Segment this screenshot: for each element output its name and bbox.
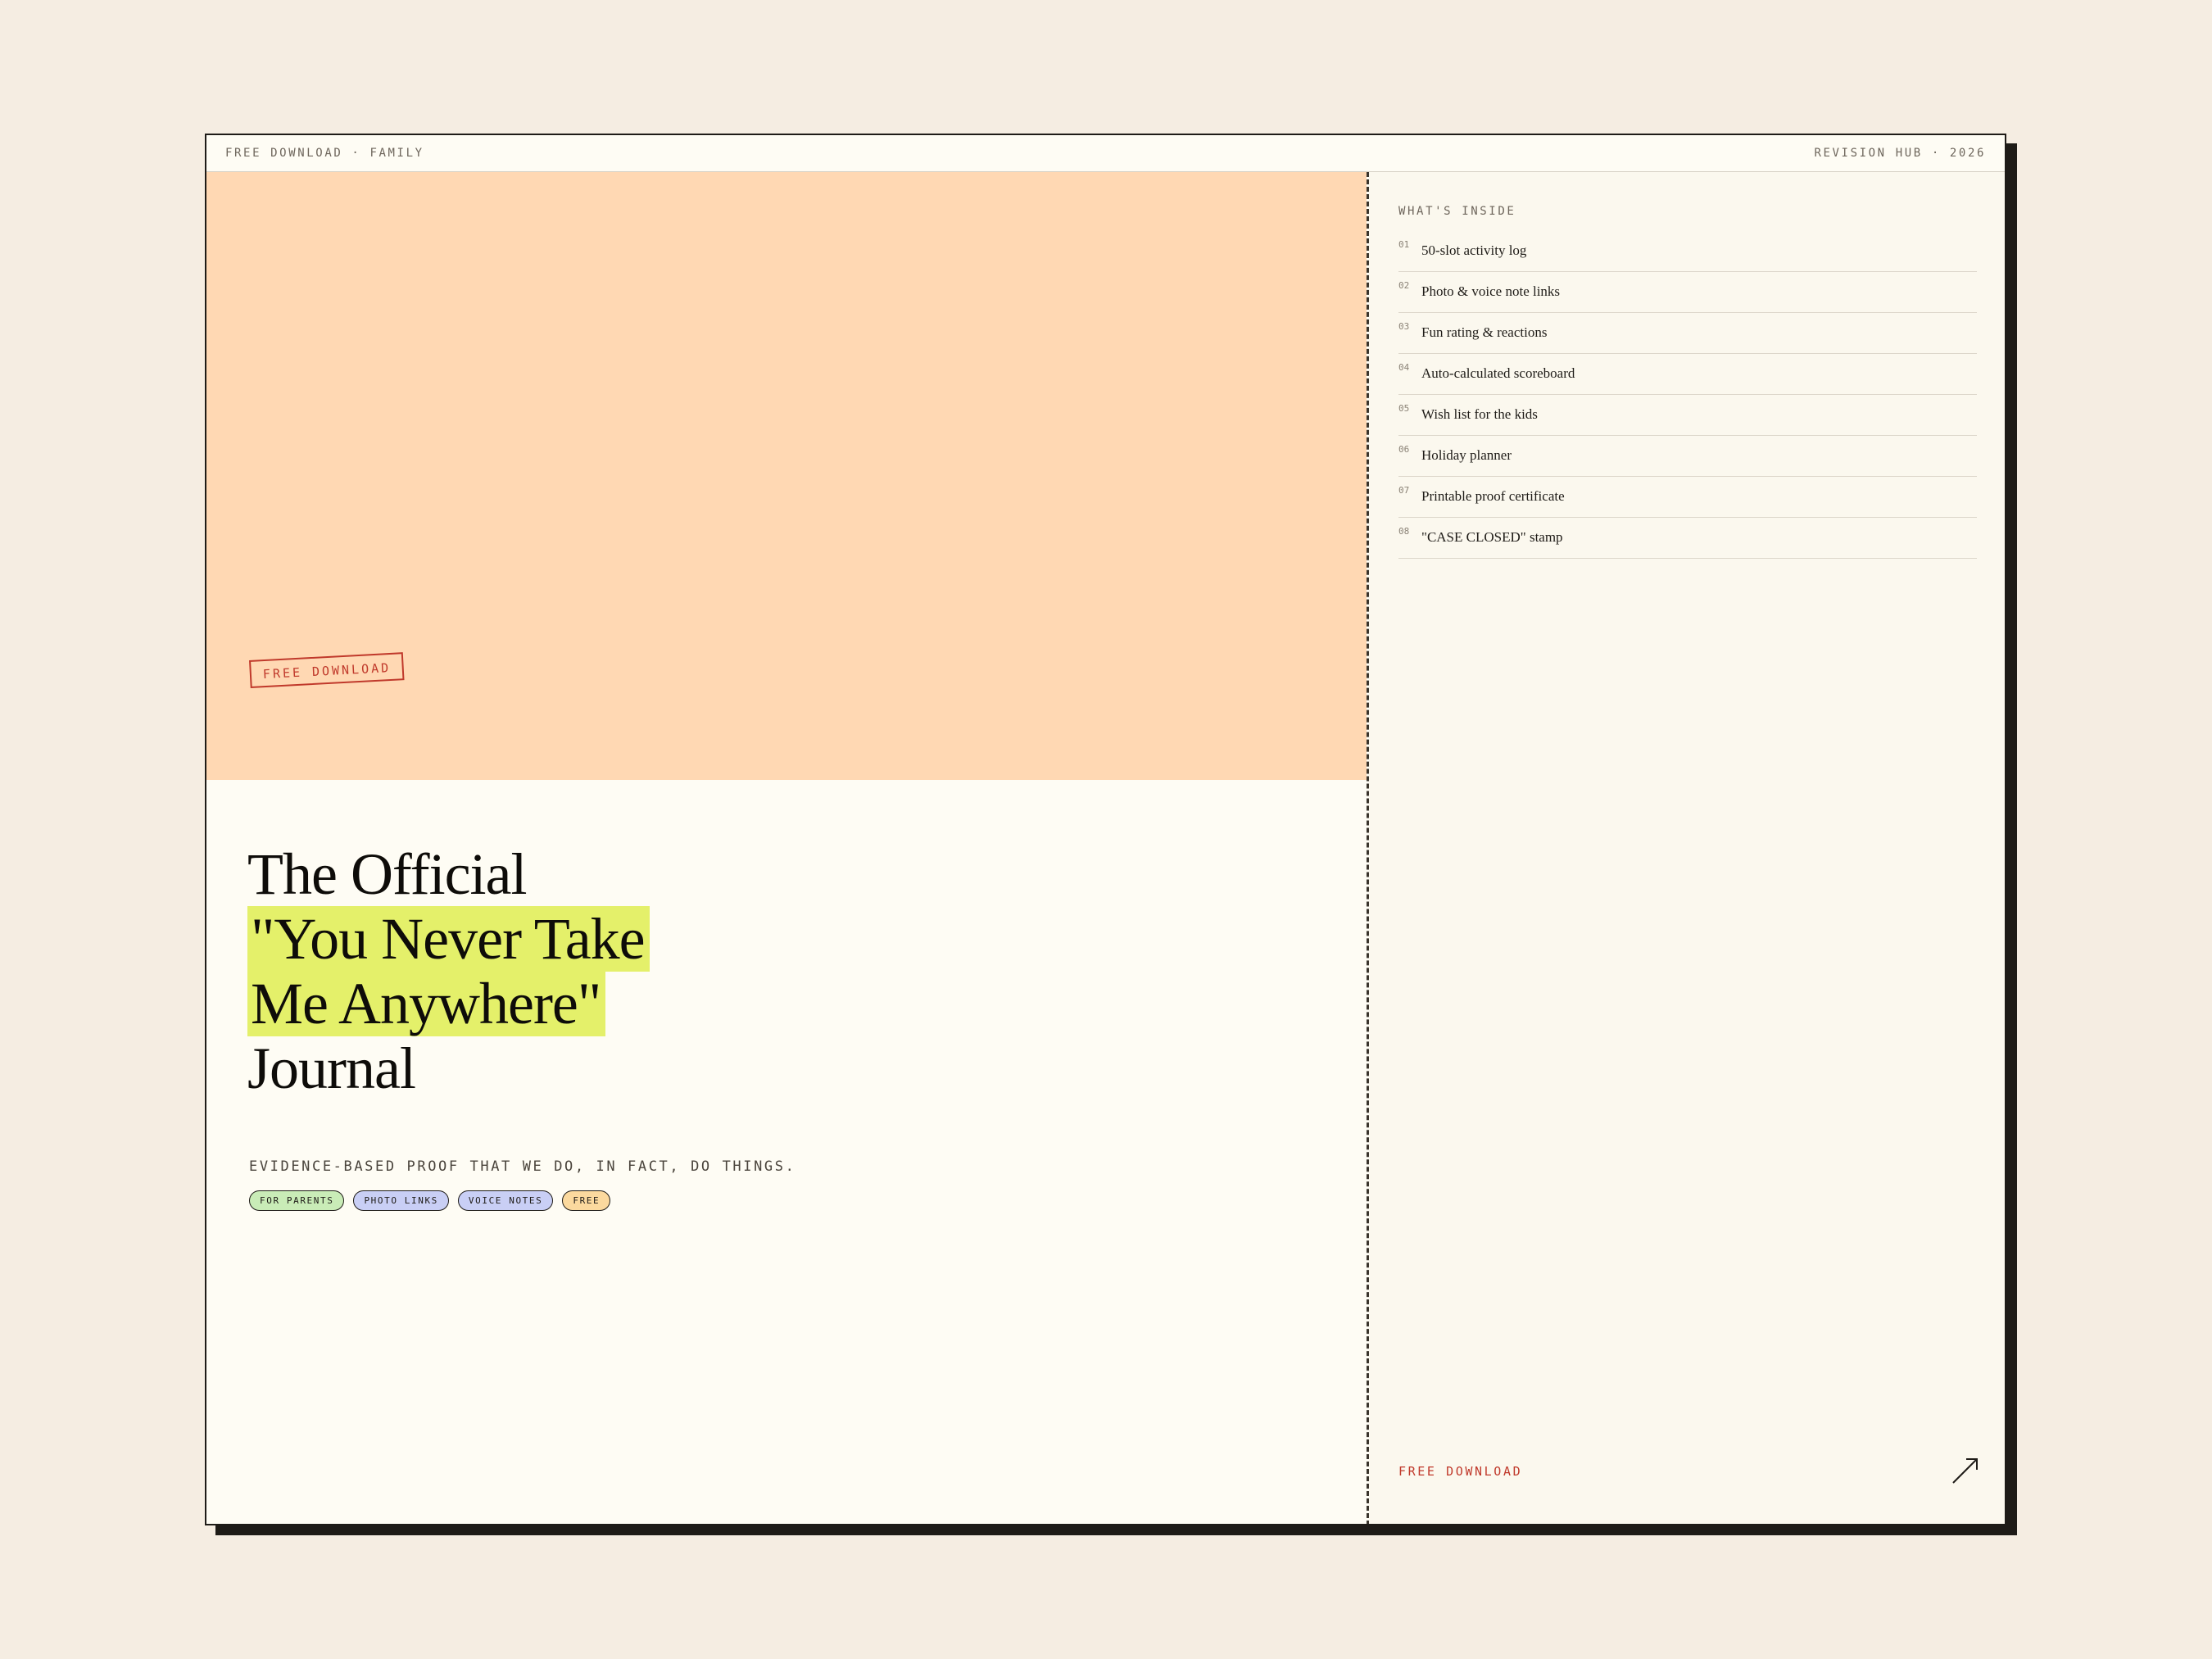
title-line-highlighted: "You Never Take	[247, 906, 650, 972]
item-label: Wish list for the kids	[1421, 406, 1538, 422]
hero-panel: FREE DOWNLOAD The Official "You Never Ta…	[206, 172, 1367, 1524]
tag-voice-notes: VOICE NOTES	[457, 1190, 554, 1211]
item-number: 05	[1398, 403, 1410, 414]
tag-free: FREE	[562, 1190, 611, 1211]
list-item: 08 "CASE CLOSED" stamp	[1398, 518, 1977, 559]
list-item: 07 Printable proof certificate	[1398, 477, 1977, 518]
title-text-highlight: Me Anywhere"	[247, 971, 606, 1036]
top-bar-brand: REVISION HUB · 2026	[1814, 147, 1986, 160]
item-label: Photo & voice note links	[1421, 283, 1561, 299]
item-number: 03	[1398, 321, 1410, 332]
list-item: 06 Holiday planner	[1398, 436, 1977, 477]
item-number: 06	[1398, 444, 1410, 455]
list-item: 04 Auto-calculated scoreboard	[1398, 354, 1977, 395]
item-label: "CASE CLOSED" stamp	[1421, 529, 1563, 545]
item-number: 04	[1398, 362, 1410, 373]
list-item: 03 Fun rating & reactions	[1398, 313, 1977, 354]
item-label: Auto-calculated scoreboard	[1421, 365, 1575, 381]
hero-background	[206, 172, 1367, 780]
list-item: 02 Photo & voice note links	[1398, 272, 1977, 313]
arrow-up-right-icon[interactable]	[1951, 1456, 1980, 1485]
item-number: 07	[1398, 485, 1410, 496]
contents-sidebar: WHAT'S INSIDE 01 50-slot activity log 02 P…	[1369, 172, 2005, 1524]
title-text: The Official	[247, 841, 528, 907]
title-line: Journal	[247, 1036, 650, 1101]
item-label: Printable proof certificate	[1421, 488, 1565, 504]
contents-list: 01 50-slot activity log 02 Photo & voice n…	[1398, 231, 1977, 559]
title-line: The Official	[247, 842, 650, 907]
list-item: 05 Wish list for the kids	[1398, 395, 1977, 436]
contents-heading: WHAT'S INSIDE	[1398, 205, 1516, 218]
page-title: The Official "You Never Take Me Anywhere…	[247, 842, 650, 1101]
tag-list: FOR PARENTS PHOTO LINKS VOICE NOTES FREE	[249, 1190, 611, 1211]
item-number: 01	[1398, 239, 1410, 250]
item-number: 08	[1398, 526, 1410, 537]
tag-for-parents: FOR PARENTS	[249, 1190, 345, 1211]
product-card: FREE DOWNLOAD · FAMILY REVISION HUB · 20…	[205, 134, 2006, 1525]
list-item: 01 50-slot activity log	[1398, 231, 1977, 272]
item-number: 02	[1398, 280, 1410, 291]
item-label: Holiday planner	[1421, 447, 1512, 463]
title-text-highlight: "You Never Take	[247, 906, 650, 972]
item-label: Fun rating & reactions	[1421, 324, 1548, 340]
item-label: 50-slot activity log	[1421, 243, 1527, 258]
page-subtitle: EVIDENCE-BASED PROOF THAT WE DO, IN FACT…	[249, 1158, 796, 1175]
top-bar-category: FREE DOWNLOAD · FAMILY	[225, 147, 424, 160]
top-bar: FREE DOWNLOAD · FAMILY REVISION HUB · 20…	[206, 135, 2005, 172]
tag-photo-links: PHOTO LINKS	[353, 1190, 449, 1211]
title-text: Journal	[247, 1036, 416, 1101]
title-line-highlighted: Me Anywhere"	[247, 971, 650, 1036]
free-download-link[interactable]: FREE DOWNLOAD	[1398, 1464, 1522, 1479]
